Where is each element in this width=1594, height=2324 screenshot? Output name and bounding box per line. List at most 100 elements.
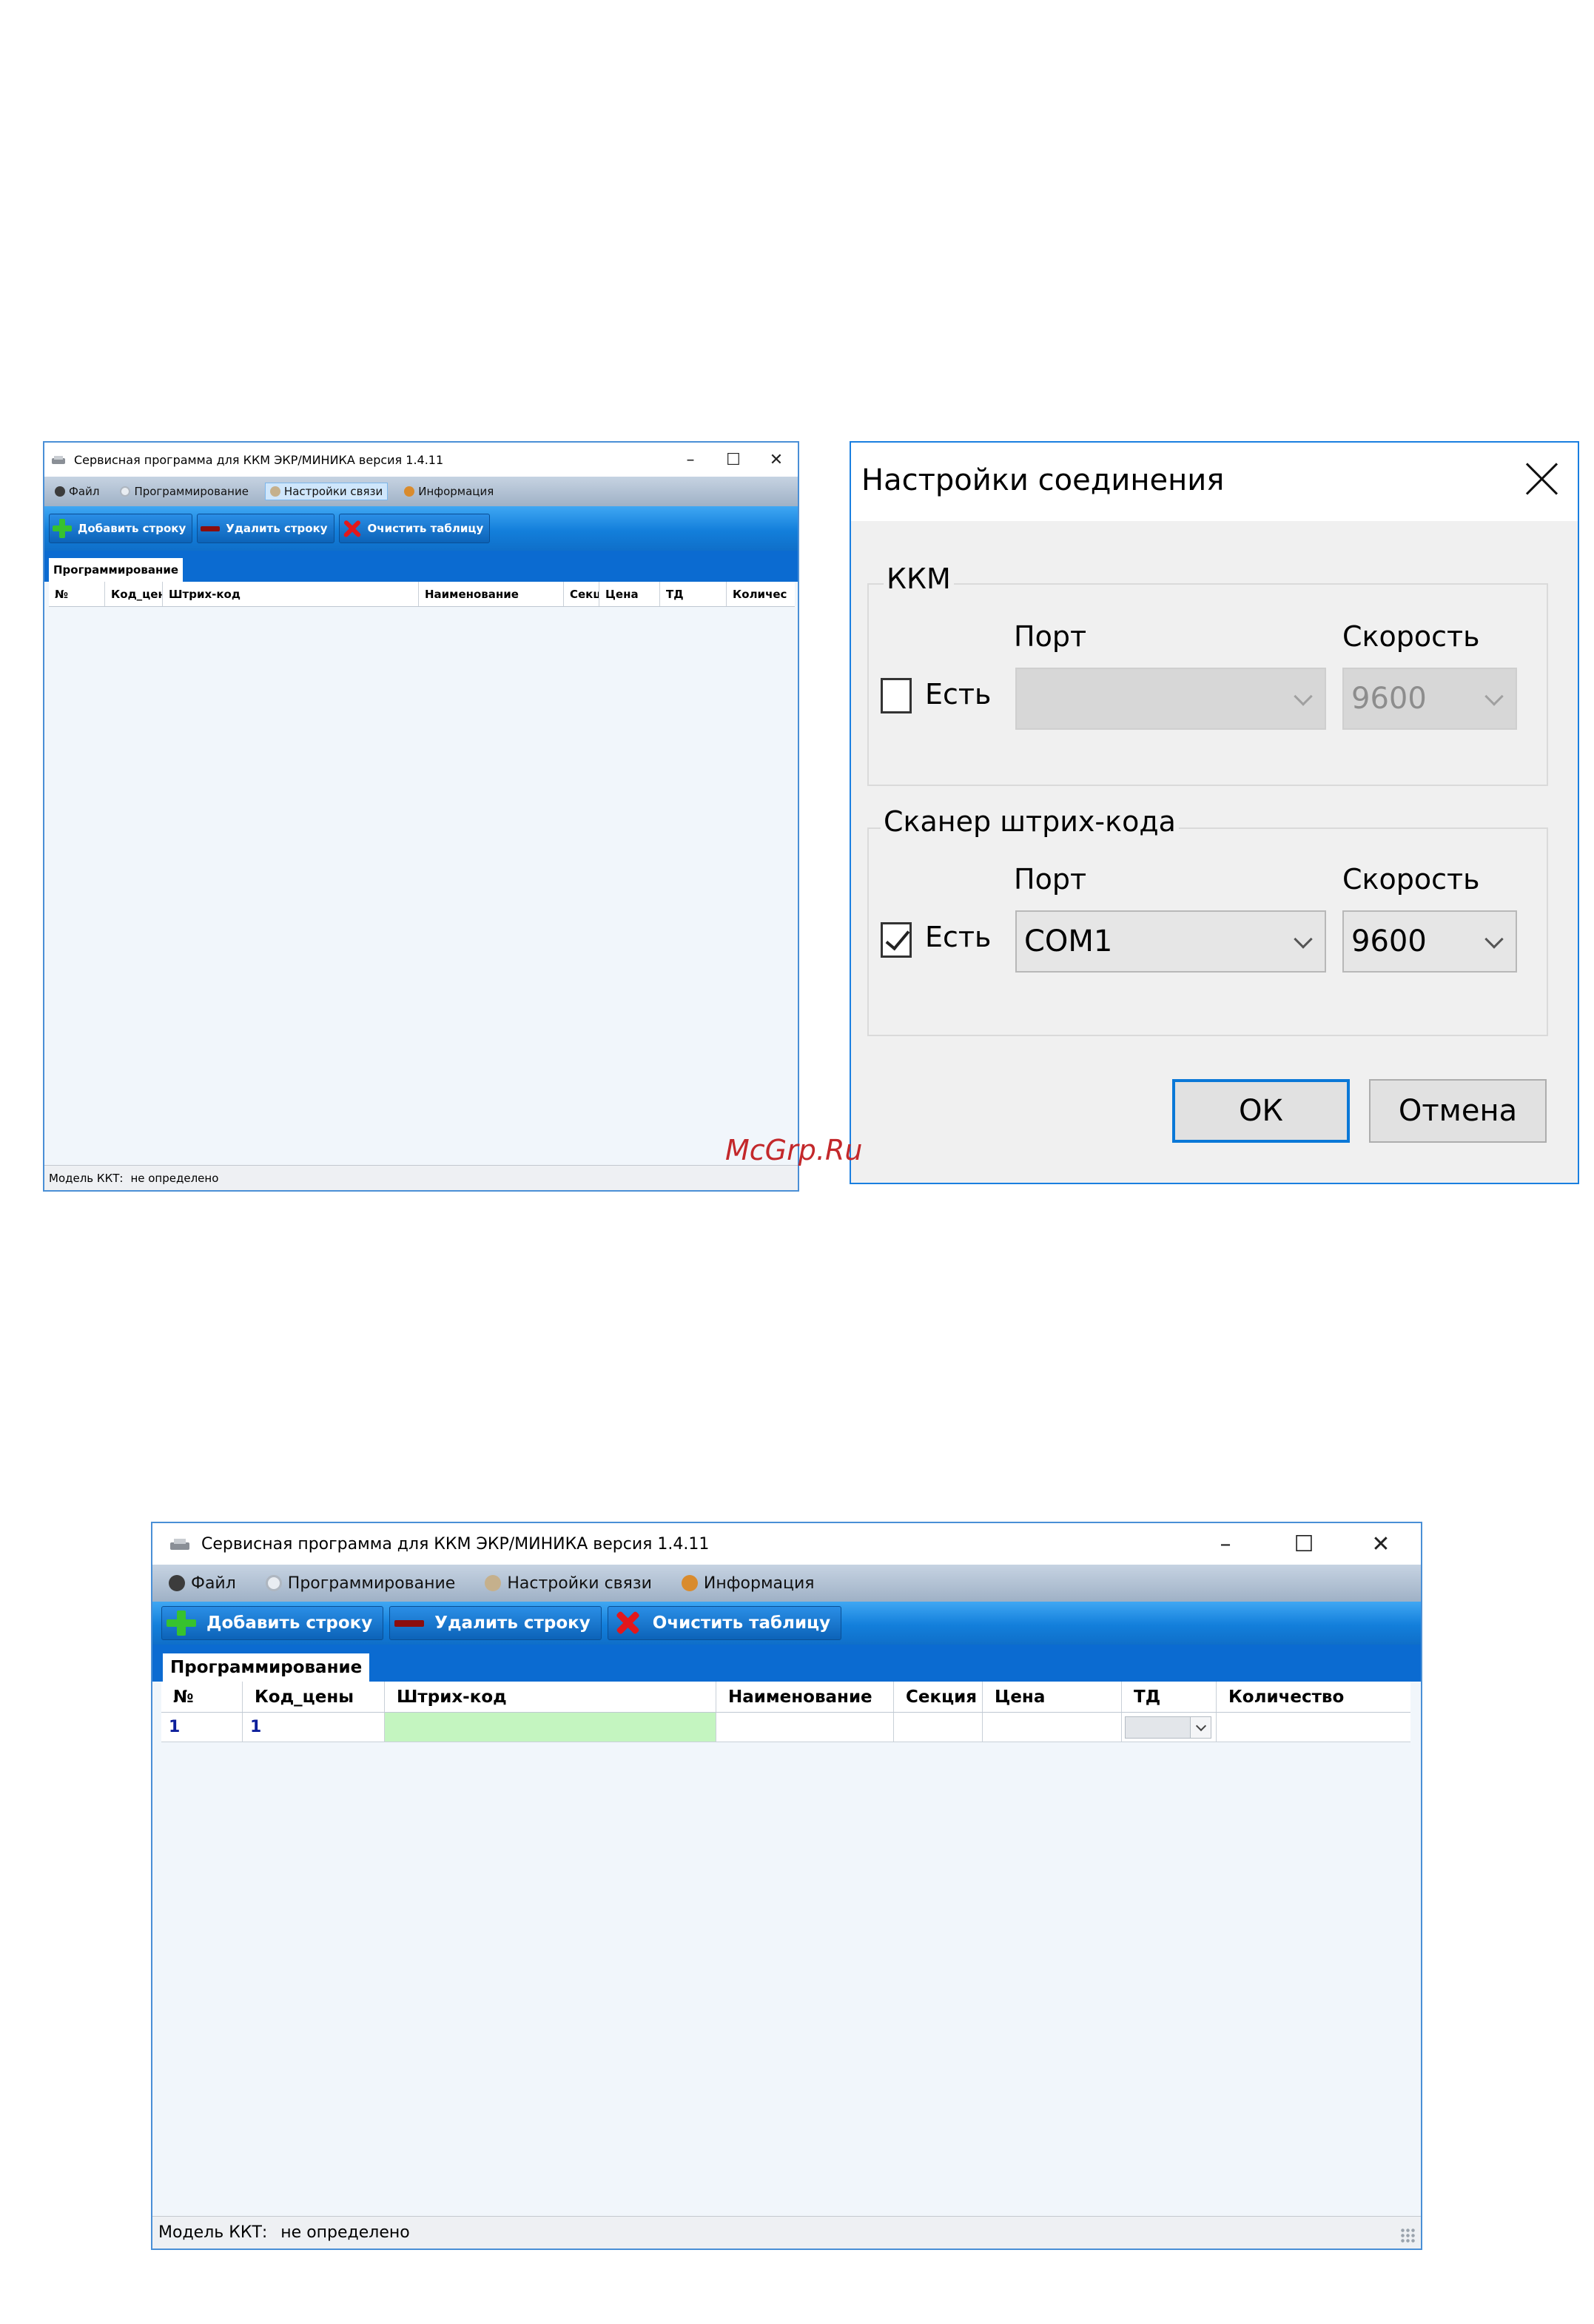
column-header-barcode[interactable]: Штрих-код [163, 582, 419, 606]
cell-quantity[interactable] [1217, 1713, 1410, 1742]
cell-price-code[interactable]: 1 [243, 1713, 385, 1742]
kkm-enabled-label: Есть [925, 678, 992, 711]
column-header-quantity[interactable]: Количес [727, 582, 795, 606]
programming-icon [120, 486, 131, 497]
menu-label: Файл [69, 485, 100, 498]
clear-table-button[interactable]: Очистить таблицу [607, 1606, 842, 1640]
menu-file[interactable]: Файл [169, 1574, 236, 1593]
app-window-small: Сервисная программа для ККМ ЭКР/МИНИКА в… [43, 441, 799, 1192]
resize-grip-icon[interactable] [1400, 2228, 1415, 2243]
column-header-td[interactable]: ТД [660, 582, 727, 606]
clear-table-button[interactable]: Очистить таблицу [338, 514, 491, 543]
toolbar: Добавить строку Удалить строку Очистить … [44, 506, 798, 551]
printer-app-icon [50, 454, 67, 465]
minimize-button[interactable]: – [1187, 1523, 1264, 1565]
column-header-barcode[interactable]: Штрих-код [385, 1682, 716, 1712]
kkm-speed-select[interactable]: 9600 [1342, 668, 1517, 730]
minus-icon [394, 1611, 425, 1636]
menu-programming[interactable]: Программирование [265, 1574, 456, 1593]
menu-connection-settings[interactable]: Настройки связи [264, 483, 389, 500]
close-button[interactable]: ✕ [1342, 1523, 1419, 1565]
menu-label: Программирование [287, 1574, 456, 1593]
column-header-number[interactable]: № [161, 1682, 243, 1712]
scanner-enabled-label: Есть [925, 921, 992, 953]
red-x-icon [343, 519, 362, 538]
maximize-button[interactable]: ☐ [712, 443, 755, 477]
column-header-price-code[interactable]: Код_цены [243, 1682, 385, 1712]
table-row[interactable]: 1 1 [161, 1713, 1410, 1742]
column-header-price[interactable]: Цена [599, 582, 660, 606]
cell-number[interactable]: 1 [161, 1713, 243, 1742]
minus-icon [201, 519, 221, 538]
grid-header: № Код_цен Штрих-код Наименование Секц Це… [49, 582, 795, 607]
cell-barcode[interactable] [385, 1713, 716, 1742]
kkm-port-select[interactable] [1015, 668, 1326, 730]
menu-info[interactable]: Информация [681, 1574, 815, 1593]
watermark: McGrp.Ru [725, 1134, 863, 1166]
programming-icon [265, 1575, 282, 1591]
kkm-enabled-checkbox[interactable] [881, 678, 912, 713]
clear-table-label: Очистить таблицу [652, 1613, 831, 1633]
toolbar: Добавить строку Удалить строку Очистить … [152, 1602, 1421, 1645]
column-header-price[interactable]: Цена [983, 1682, 1122, 1712]
delete-row-button[interactable]: Удалить строку [389, 1606, 602, 1640]
kkm-speed-label: Скорость [1342, 620, 1480, 653]
column-header-name[interactable]: Наименование [419, 582, 564, 606]
column-header-name[interactable]: Наименование [716, 1682, 894, 1712]
scanner-enabled-checkbox[interactable] [881, 922, 912, 958]
app-window-large: Сервисная программа для ККМ ЭКР/МИНИКА в… [151, 1522, 1422, 2250]
window-title: Сервисная программа для ККМ ЭКР/МИНИКА в… [201, 1534, 710, 1554]
kkm-speed-value: 9600 [1351, 682, 1427, 716]
chevron-down-icon [1294, 930, 1313, 949]
ok-button[interactable]: ОК [1172, 1079, 1350, 1143]
menu-label: Информация [418, 485, 494, 498]
column-header-td[interactable]: ТД [1122, 1682, 1217, 1712]
menu-info[interactable]: Информация [400, 483, 498, 500]
status-model-label: Модель ККТ: [158, 2223, 268, 2242]
cancel-button[interactable]: Отмена [1369, 1079, 1547, 1143]
column-header-price-code[interactable]: Код_цен [105, 582, 163, 606]
tab-strip: Программирование [152, 1645, 1421, 1682]
info-icon [681, 1575, 698, 1591]
menu-file[interactable]: Файл [50, 483, 104, 500]
scanner-speed-select[interactable]: 9600 [1342, 910, 1517, 973]
tab-programming[interactable]: Программирование [163, 1653, 370, 1682]
add-row-label: Добавить строку [78, 522, 186, 535]
column-header-quantity[interactable]: Количество [1217, 1682, 1410, 1712]
chevron-down-icon [1484, 930, 1504, 949]
cell-section[interactable] [894, 1713, 983, 1742]
data-grid: № Код_цены Штрих-код Наименование Секция… [152, 1682, 1421, 2216]
scanner-speed-value: 9600 [1351, 924, 1427, 958]
menu-label: Информация [703, 1574, 815, 1593]
menu-bar: Файл Программирование Настройки связи Ин… [152, 1565, 1421, 1602]
td-dropdown[interactable] [1125, 1716, 1211, 1739]
add-row-button[interactable]: Добавить строку [161, 1606, 384, 1640]
menu-label: Настройки связи [507, 1574, 652, 1593]
dialog-title: Настройки соединения [861, 463, 1225, 497]
cell-name[interactable] [716, 1713, 894, 1742]
cell-price[interactable] [983, 1713, 1122, 1742]
delete-row-button[interactable]: Удалить строку [197, 514, 334, 543]
column-header-number[interactable]: № [49, 582, 105, 606]
add-row-button[interactable]: Добавить строку [49, 514, 193, 543]
column-header-section[interactable]: Секц [564, 582, 599, 606]
chevron-down-icon [1190, 1716, 1211, 1738]
scanner-port-value: COM1 [1024, 924, 1113, 958]
delete-row-label: Удалить строку [434, 1613, 591, 1633]
status-model-value: не определено [280, 2223, 410, 2242]
menu-label: Программирование [134, 485, 249, 498]
printer-app-icon [169, 1537, 191, 1551]
tab-programming[interactable]: Программирование [49, 558, 184, 582]
menu-programming[interactable]: Программирование [115, 483, 252, 500]
menu-connection-settings[interactable]: Настройки связи [485, 1574, 652, 1593]
minimize-button[interactable]: – [669, 443, 712, 477]
file-icon [55, 486, 65, 497]
scanner-port-select[interactable]: COM1 [1015, 910, 1326, 973]
kkm-group-label: ККМ [884, 562, 954, 595]
column-header-section[interactable]: Секция [894, 1682, 983, 1712]
close-button[interactable]: ✕ [755, 443, 798, 477]
status-model-label: Модель ККТ: [49, 1171, 124, 1185]
maximize-button[interactable]: ☐ [1265, 1523, 1342, 1565]
info-icon [404, 486, 415, 497]
dialog-close-icon[interactable] [1523, 460, 1560, 497]
